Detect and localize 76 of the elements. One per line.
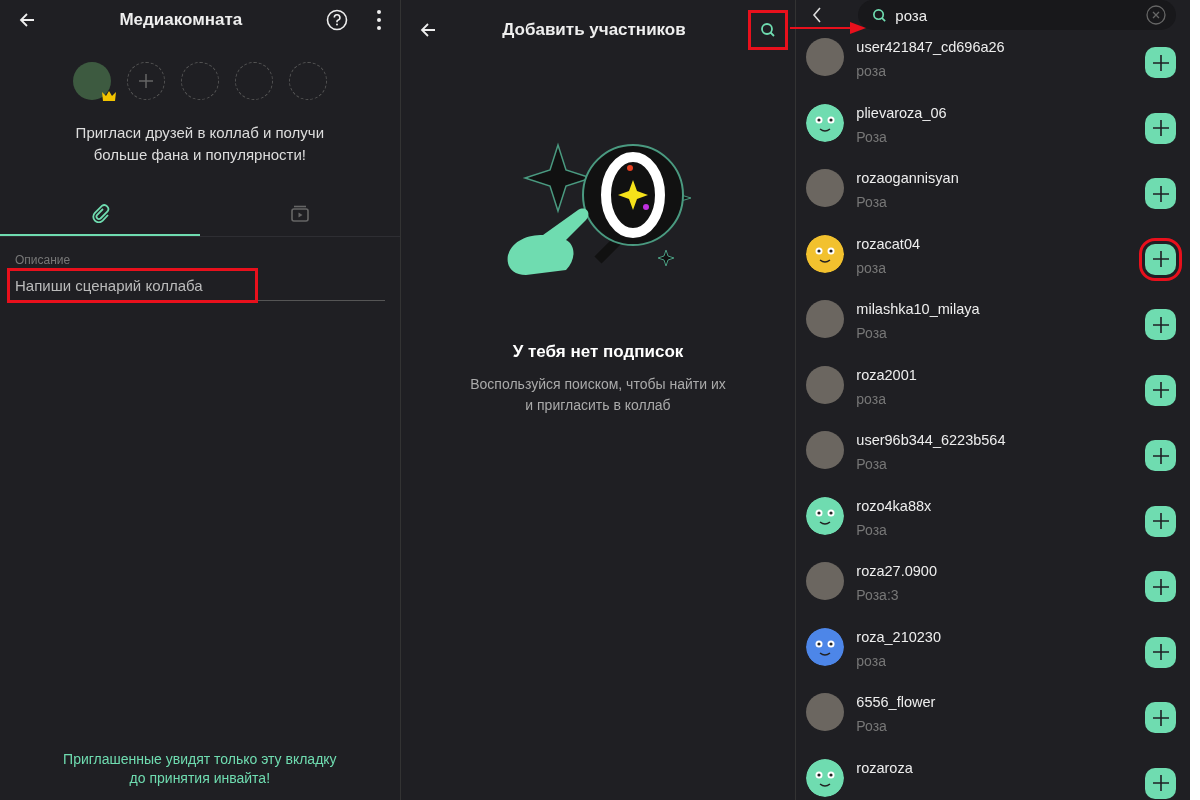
search-button[interactable] [751,13,786,47]
back-chevron-icon[interactable] [812,7,823,23]
display-name: роза [856,652,887,669]
photo-placeholder [806,169,845,207]
plus-icon [1151,315,1170,334]
username: roza2001 [856,366,918,383]
username: rozaroza [856,759,914,776]
search-input[interactable]: роза [895,6,1138,24]
add-button[interactable] [1145,374,1176,406]
display-name: роза [856,390,887,407]
plus-icon [1151,643,1170,662]
photo-placeholder [72,62,111,100]
plus-icon [1151,512,1170,531]
paperclip-icon [89,203,110,223]
photo-placeholder [806,38,845,76]
display-name: Роза [856,325,888,341]
username: rozo4ka88x [856,497,933,514]
empty-state-text: Воспользуйся поиском, чтобы найти их и пригласить в коллаб [469,375,727,415]
plus-icon [1151,250,1170,269]
add-button[interactable] [1145,702,1176,734]
plus-icon [1151,708,1170,727]
empty-state-title: У тебя нет подписок [511,342,685,362]
username: 6556_flower [856,694,937,710]
display-name: Роза [856,521,888,538]
plus-icon [1151,774,1170,793]
photo-placeholder [806,562,845,600]
help-icon[interactable] [325,9,348,31]
back-arrow-icon[interactable] [18,11,36,29]
clear-icon[interactable] [1146,5,1166,25]
username: rozaogannisyan [856,170,960,186]
username: user96b344_6223b564 [856,432,1007,448]
photo-placeholder [806,693,845,731]
username: milashka10_milaya [856,301,981,317]
username: plievaroza_06 [856,104,948,121]
plus-icon [1151,577,1170,596]
add-button[interactable] [1145,112,1176,144]
add-button[interactable] [1145,571,1176,603]
photo-placeholder [806,365,845,404]
add-button[interactable] [1145,505,1176,537]
photo-placeholder [806,431,845,469]
add-button[interactable] [1145,767,1176,799]
plus-icon [1151,53,1170,72]
plus-icon [1151,446,1170,465]
invite-text: Пригласи друзей в коллаб и получи больше фана и популярности! [74,123,326,165]
display-name: Роза [856,456,888,472]
screen-title: Добавить участников [501,20,687,40]
username: roza27.0900 [856,563,938,579]
crown-icon [100,90,117,102]
footer-note: Приглашенные увидят только эту вкладку до принятия инвайта! [62,750,338,788]
search-icon [760,22,777,38]
display-name: Роза [856,128,888,145]
field-label: Описание [15,253,72,267]
add-button[interactable] [1145,309,1176,341]
video-icon [289,203,310,223]
add-button[interactable] [1145,636,1176,668]
display-name: Роза:3 [856,587,900,603]
plus-icon [1151,381,1170,400]
display-name: роза [856,63,887,79]
search-icon [872,7,888,23]
plus-icon [1151,184,1170,203]
plus-icon [1151,119,1170,138]
description-field[interactable]: Напиши сценарий коллаба [10,271,255,300]
display-name: роза [856,259,887,276]
username: user421847_cd696a26 [856,39,1006,55]
back-arrow-icon[interactable] [418,21,437,39]
add-button[interactable] [1145,440,1176,472]
screen-title: Медиакомната [118,10,244,30]
add-button[interactable] [1145,178,1176,210]
plus-icon [137,73,154,89]
add-button[interactable] [1145,47,1176,79]
display-name: Роза [856,194,888,210]
photo-placeholder [806,300,845,338]
search-field[interactable]: роза [858,0,1176,30]
username: rozacat04 [856,235,921,252]
username: roza_210230 [856,628,942,645]
display-name: Роза [856,718,888,734]
